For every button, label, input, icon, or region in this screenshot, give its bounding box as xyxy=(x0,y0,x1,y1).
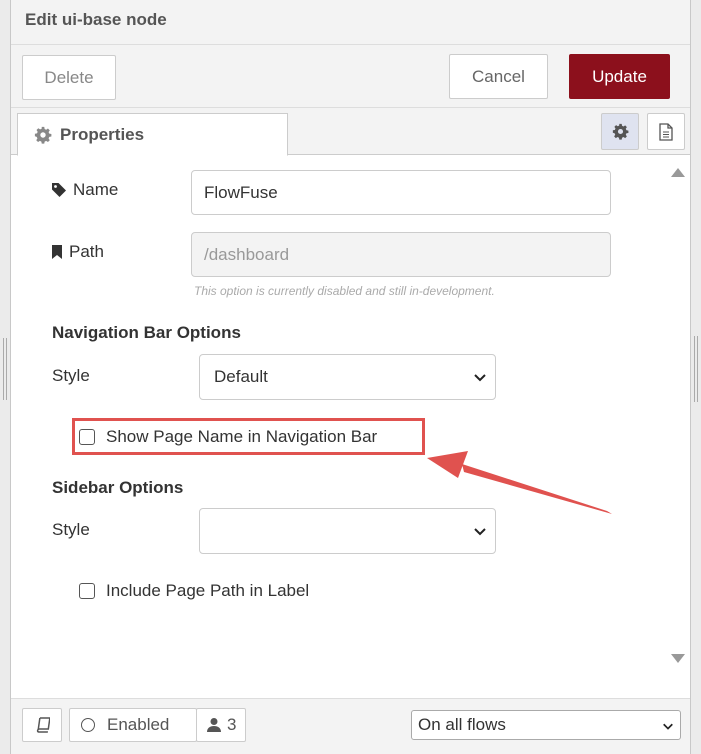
delete-button[interactable]: Delete xyxy=(22,55,116,100)
tray-footer: Enabled 3 On all flows xyxy=(11,698,690,754)
flow-scope-select[interactable]: On all flows xyxy=(411,710,681,740)
resize-grip[interactable] xyxy=(3,338,7,400)
include-path-row[interactable]: Include Page Path in Label xyxy=(79,581,309,601)
tray-title: Edit ui-base node xyxy=(25,10,167,29)
path-label-row: Path xyxy=(51,242,104,262)
tray-header: Edit ui-base node xyxy=(11,0,690,45)
tray-toolbar: Delete Cancel Update xyxy=(11,45,690,108)
scroll-up-arrow[interactable] xyxy=(671,168,685,177)
scroll-down-arrow[interactable] xyxy=(671,654,685,663)
user-icon xyxy=(207,718,221,732)
properties-form: Name FlowFuse Path /dashboard This optio… xyxy=(22,156,676,696)
description-tab-button[interactable] xyxy=(647,113,685,150)
toggle-circle-icon xyxy=(81,718,95,732)
chevron-down-icon xyxy=(474,374,486,382)
tag-icon xyxy=(52,183,66,197)
nav-style-label: Style xyxy=(52,366,90,385)
tab-properties-label: Properties xyxy=(60,124,145,144)
users-button[interactable]: 3 xyxy=(196,708,246,742)
flow-scope-value: On all flows xyxy=(418,715,506,734)
nav-style-select[interactable]: Default xyxy=(199,354,496,400)
highlight-box xyxy=(72,418,425,455)
tab-properties[interactable]: Properties xyxy=(17,113,288,156)
file-icon xyxy=(659,122,673,141)
users-count: 3 xyxy=(227,715,237,734)
cancel-button[interactable]: Cancel xyxy=(449,54,548,99)
edit-tray: Edit ui-base node Delete Cancel Update P… xyxy=(11,0,690,754)
enabled-toggle[interactable]: Enabled xyxy=(69,708,197,742)
chevron-down-icon xyxy=(663,723,673,730)
right-panel-edge xyxy=(690,0,701,754)
nav-style-value: Default xyxy=(214,367,268,386)
sidebar-style-label: Style xyxy=(52,520,90,539)
update-button[interactable]: Update xyxy=(569,54,670,99)
path-label: Path xyxy=(69,242,104,261)
settings-tab-button[interactable] xyxy=(601,113,639,150)
include-path-label: Include Page Path in Label xyxy=(106,581,310,600)
cog-icon xyxy=(34,126,52,144)
scrollbar[interactable] xyxy=(668,165,688,675)
left-panel-edge xyxy=(0,0,11,754)
book-icon xyxy=(36,717,50,733)
bookmark-icon xyxy=(52,245,62,259)
name-label-row: Name xyxy=(51,180,118,200)
enabled-label: Enabled xyxy=(107,715,170,734)
help-button[interactable] xyxy=(22,708,62,742)
name-input[interactable]: FlowFuse xyxy=(191,170,611,215)
arrow-icon xyxy=(427,451,612,514)
tabs-row: Properties xyxy=(11,108,690,156)
chevron-down-icon xyxy=(474,528,486,536)
name-label: Name xyxy=(73,180,119,199)
path-hint: This option is currently disabled and st… xyxy=(194,284,495,298)
sidebar-section-title: Sidebar Options xyxy=(52,478,184,497)
include-path-checkbox[interactable] xyxy=(79,583,95,599)
cog-icon xyxy=(612,123,628,140)
path-input[interactable]: /dashboard xyxy=(191,232,611,277)
nav-section-title: Navigation Bar Options xyxy=(52,323,241,342)
resize-grip[interactable] xyxy=(694,336,698,402)
